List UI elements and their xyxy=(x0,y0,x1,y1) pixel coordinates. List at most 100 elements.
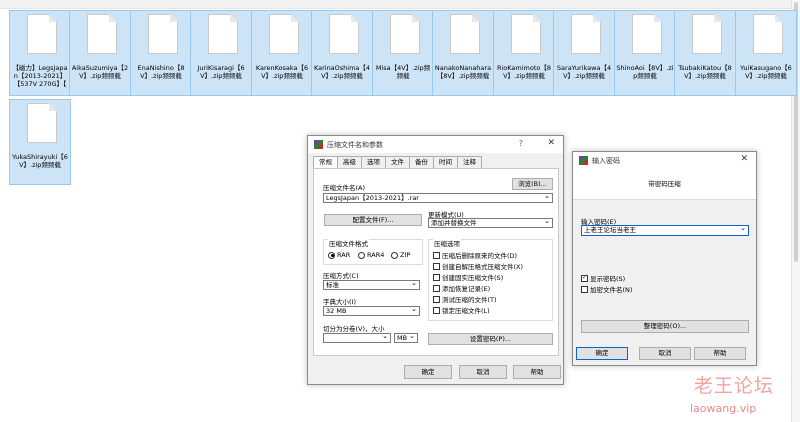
option-label: 压缩后删除原来的文件(D) xyxy=(442,252,518,260)
ok-button[interactable]: 确定 xyxy=(576,347,628,360)
file-item[interactable]: RioKamimoto【8V】.zip频频载 xyxy=(493,10,555,96)
browse-button[interactable]: 浏览(B)... xyxy=(512,178,553,190)
file-item[interactable]: NanakoNanahara【8V】.zip频频载 xyxy=(432,10,494,96)
compression-method-select[interactable]: 标准 xyxy=(323,280,420,290)
document-icon xyxy=(571,14,601,54)
enter-password-dialog: 输入密码 ✕ 带密码压缩 输入密码(E) 上老王论坛当老王 显示密码(S) 加密… xyxy=(572,151,757,366)
checkbox-label: 显示密码(S) xyxy=(590,275,626,283)
option-solid[interactable]: 创建固实压缩文件(S) xyxy=(433,272,503,282)
password-input[interactable]: 上老王论坛当老王 xyxy=(581,225,749,236)
file-item[interactable]: SaraYurikawa【4V】.zip频频载 xyxy=(553,10,615,96)
file-name: SaraYurikawa【4V】.zip频频载 xyxy=(556,64,612,80)
file-name: Misa【4V】.zip频频载 xyxy=(375,64,431,80)
file-item[interactable]: JuriKisaragi【6V】.zip频频载 xyxy=(190,10,252,96)
dialog-titlebar: 压缩文件名和参数 ? ✕ xyxy=(308,136,563,153)
archive-name-label: 压缩文件名(A) xyxy=(323,184,366,192)
winrar-icon xyxy=(579,156,588,165)
radio-label: RAR4 xyxy=(367,251,385,259)
ok-button[interactable]: 确定 xyxy=(404,365,452,379)
tab-files[interactable]: 文件 xyxy=(385,156,410,168)
close-icon[interactable]: ✕ xyxy=(740,154,748,164)
document-icon xyxy=(27,103,57,143)
file-item[interactable]: ShinoAoi【8V】.zip频频载 xyxy=(614,10,676,96)
help-button[interactable]: 帮助 xyxy=(513,365,561,379)
option-recovery-record[interactable]: 添加恢复记录(E) xyxy=(433,283,490,293)
split-unit-select[interactable]: MB xyxy=(394,333,418,343)
option-lock-archive[interactable]: 锁定压缩文件(L) xyxy=(433,305,490,315)
format-rar4-radio[interactable]: RAR4 xyxy=(358,251,384,259)
help-button[interactable]: 帮助 xyxy=(694,347,746,360)
tab-time[interactable]: 时间 xyxy=(433,156,458,168)
file-item[interactable]: YukaShirayuki【6V】.zip频频载 xyxy=(9,99,71,185)
dialog-title: 输入密码 xyxy=(592,157,620,165)
option-test-files[interactable]: 测试压缩的文件(T) xyxy=(433,294,497,304)
split-volumes-label: 切分为分卷(V)，大小 xyxy=(323,325,385,333)
file-name: JuriKisaragi【6V】.zip频频载 xyxy=(197,64,245,80)
tab-options[interactable]: 选项 xyxy=(361,156,386,168)
document-icon xyxy=(148,14,178,54)
update-mode-select[interactable]: 添加并替换文件 xyxy=(428,218,553,228)
document-icon xyxy=(208,14,238,54)
radio-icon xyxy=(391,251,398,259)
option-label: 创建固实压缩文件(S) xyxy=(442,274,504,282)
compression-method-label: 压缩方式(C) xyxy=(323,272,359,280)
file-name: TsubakiKatou【8V】.zip频频载 xyxy=(678,64,732,80)
split-size-input[interactable] xyxy=(323,333,391,343)
cancel-button[interactable]: 取消 xyxy=(459,365,507,379)
format-zip-radio[interactable]: ZIP xyxy=(391,251,410,259)
tab-backup[interactable]: 备份 xyxy=(409,156,434,168)
archive-name-input[interactable]: LegsJapan【2013-2021】.rar xyxy=(323,193,553,203)
dictionary-size-select[interactable]: 32 MB xyxy=(323,306,420,316)
cancel-button[interactable]: 取消 xyxy=(639,347,691,360)
dialog-titlebar: 输入密码 ✕ xyxy=(573,152,756,169)
file-name: ShinoAoi【8V】.zip频频载 xyxy=(616,64,674,80)
dictionary-size-label: 字典大小(I) xyxy=(323,298,356,306)
format-rar-radio[interactable]: RAR xyxy=(328,251,350,259)
help-glyph-button[interactable]: ? xyxy=(519,139,523,148)
option-label: 锁定压缩文件(L) xyxy=(442,307,490,315)
tab-comment[interactable]: 注释 xyxy=(457,156,482,168)
dialog-title: 压缩文件名和参数 xyxy=(327,141,383,149)
general-panel: 压缩文件名(A) 浏览(B)... LegsJapan【2013-2021】.r… xyxy=(313,168,559,356)
document-icon xyxy=(390,14,420,54)
option-label: 添加恢复记录(E) xyxy=(442,285,491,293)
document-icon xyxy=(450,14,480,54)
radio-label: ZIP xyxy=(400,251,411,259)
document-icon xyxy=(27,14,57,54)
checkbox-icon xyxy=(433,284,440,292)
winrar-icon xyxy=(314,140,323,149)
file-item[interactable]: TsubakiKatou【8V】.zip频频载 xyxy=(674,10,736,96)
encrypt-filenames-checkbox[interactable]: 加密文件名(N) xyxy=(581,284,632,294)
document-icon xyxy=(632,14,662,54)
file-item[interactable]: EnaNishino【8V】.zip频频载 xyxy=(130,10,192,96)
checkbox-icon xyxy=(433,306,440,314)
radio-label: RAR xyxy=(337,251,351,259)
show-password-checkbox[interactable]: 显示密码(S) xyxy=(581,273,625,283)
watermark-title: 老王论坛 xyxy=(694,375,775,397)
document-icon xyxy=(753,14,783,54)
checkbox-icon xyxy=(433,273,440,281)
top-strip xyxy=(0,0,800,9)
tab-advanced[interactable]: 高级 xyxy=(337,156,362,168)
file-name: RioKamimoto【8V】.zip频频载 xyxy=(496,64,552,80)
file-name: EnaNishino【8V】.zip频频载 xyxy=(137,64,185,80)
file-item[interactable]: Misa【4V】.zip频频载 xyxy=(372,10,434,96)
file-item[interactable]: AikaSuzumiya【2V】.zip频频载 xyxy=(69,10,131,96)
file-item[interactable]: YuiKasugano【6V】.zip频频载 xyxy=(735,10,797,96)
option-sfx[interactable]: 创建自解压格式压缩文件(X) xyxy=(433,261,523,271)
option-delete-after[interactable]: 压缩后删除原来的文件(D) xyxy=(433,250,517,260)
file-item[interactable]: KarinaOshima【4V】.zip频频载 xyxy=(311,10,373,96)
close-icon[interactable]: ✕ xyxy=(547,138,555,148)
radio-icon xyxy=(358,251,365,259)
set-password-button[interactable]: 设置密码(P)... xyxy=(428,333,553,345)
archive-parameters-dialog: 压缩文件名和参数 ? ✕ 常规 高级 选项 文件 备份 时间 注释 压缩文件名(… xyxy=(307,135,564,385)
file-item[interactable]: KarenKosaka【6V】.zip频频载 xyxy=(251,10,313,96)
file-name: KarinaOshima【4V】.zip频频载 xyxy=(313,64,371,80)
watermark-url: laowang.vip xyxy=(690,402,757,415)
file-item[interactable]: 【磁力】LegsJapan【2013-2021】【537V 270G】【 xyxy=(9,10,71,96)
option-label: 测试压缩的文件(T) xyxy=(442,296,497,304)
profiles-button[interactable]: 配置文件(F)... xyxy=(324,214,422,226)
organize-passwords-button[interactable]: 整理密码(O)... xyxy=(581,320,749,333)
file-name: NanakoNanahara【8V】.zip频频载 xyxy=(434,64,492,80)
option-label: 创建自解压格式压缩文件(X) xyxy=(442,263,524,271)
